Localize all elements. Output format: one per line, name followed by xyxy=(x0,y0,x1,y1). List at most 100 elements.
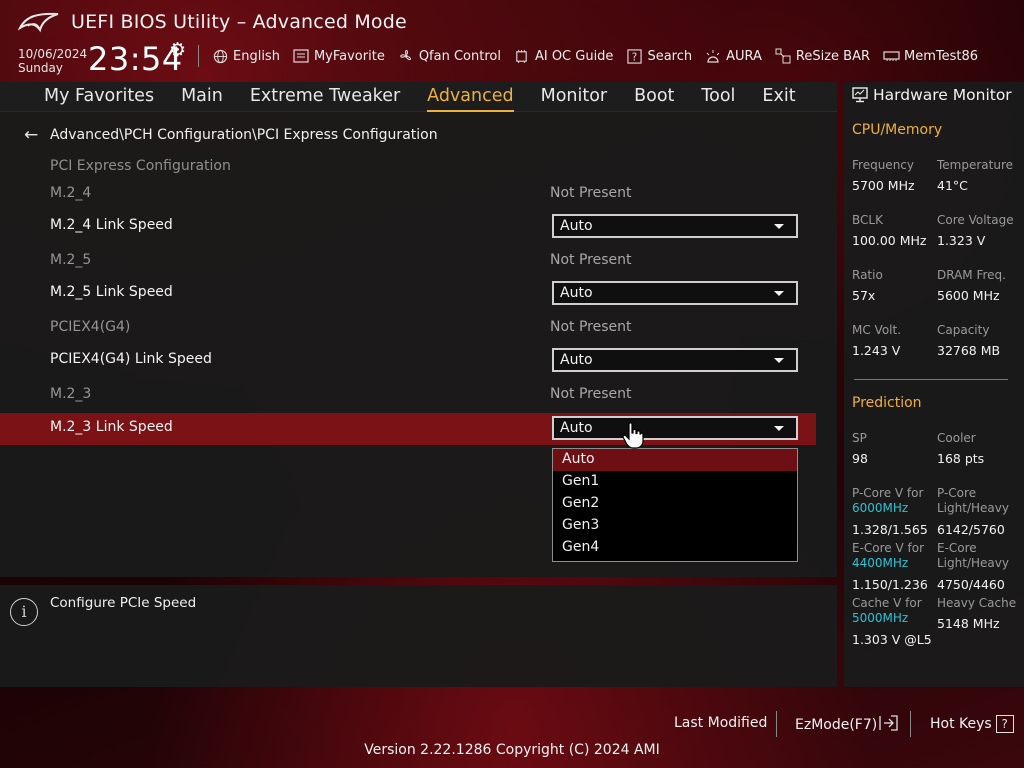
tab-exit[interactable]: Exit xyxy=(762,82,795,112)
setting-status: Not Present xyxy=(550,252,632,268)
hw-label: Capacity xyxy=(937,323,990,337)
setting-label: PCIEX4(G4) xyxy=(50,319,131,335)
language-button[interactable]: English xyxy=(205,45,286,67)
aura-label: AURA xyxy=(726,48,762,64)
setting-row-pciex4-link-speed[interactable]: PCIEX4(G4) Link Speed Auto xyxy=(0,345,816,377)
search-button[interactable]: ? Search xyxy=(619,45,698,67)
setting-row-m2-5-link-speed[interactable]: M.2_5 Link Speed Auto xyxy=(0,278,816,310)
fan-icon xyxy=(397,47,415,65)
info-icon: i xyxy=(10,598,38,626)
hw-value: 5148 MHz xyxy=(937,616,1000,631)
option-gen4[interactable]: Gen4 xyxy=(553,537,797,559)
hw-label: Heavy Cache xyxy=(937,596,1017,610)
hw-label: Core Voltage xyxy=(937,213,1014,227)
toolbar: English MyFavorite Qfan Control AI OC Gu… xyxy=(198,45,984,67)
aura-button[interactable]: AURA xyxy=(698,45,768,67)
pcore-lh-label-2: Light/Heavy xyxy=(937,501,1009,515)
exit-arrow-icon xyxy=(879,715,899,735)
help-text: Configure PCIe Speed xyxy=(50,595,197,611)
help-panel: i Configure PCIe Speed xyxy=(0,585,837,687)
setting-label: M.2_4 xyxy=(50,185,92,201)
date-display: 10/06/2024 Sunday xyxy=(18,47,87,75)
memtest86-button[interactable]: MemTest86 xyxy=(876,45,984,67)
tab-my-favorites[interactable]: My Favorites xyxy=(44,82,154,112)
hw-divider xyxy=(854,379,1008,380)
setting-status: Not Present xyxy=(550,185,632,201)
tab-tool[interactable]: Tool xyxy=(701,82,735,112)
back-arrow-icon[interactable]: ← xyxy=(24,125,42,145)
setting-row-m2-3-link-speed[interactable]: M.2_3 Link Speed Auto xyxy=(0,413,816,445)
resize-bar-button[interactable]: ReSize BAR xyxy=(768,45,876,67)
hw-label: E-Core V for 4400MHz xyxy=(852,541,924,571)
cpu-memory-heading: CPU/Memory xyxy=(852,122,943,138)
day-text: Sunday xyxy=(18,61,63,75)
option-gen2[interactable]: Gen2 xyxy=(553,493,797,515)
dropdown-value: Auto xyxy=(560,218,593,234)
link-speed-dropdown[interactable]: Auto xyxy=(552,348,798,372)
app-title: UEFI BIOS Utility – Advanced Mode xyxy=(71,11,407,33)
memory-icon xyxy=(882,47,900,65)
setting-label: M.2_3 xyxy=(50,386,92,402)
tab-advanced[interactable]: Advanced xyxy=(427,82,514,112)
rog-logo xyxy=(18,12,59,33)
hw-value: 1.328/1.565 xyxy=(852,522,928,537)
hw-label: Ratio xyxy=(852,268,883,282)
ezmode-button[interactable]: EzMode(F7) xyxy=(795,715,899,735)
setting-label: M.2_4 Link Speed xyxy=(50,217,173,233)
hw-label: Temperature xyxy=(937,158,1014,172)
hardware-monitor-panel: Hardware Monitor CPU/Memory Frequency 57… xyxy=(844,82,1024,687)
caret-down-icon xyxy=(774,426,784,431)
setting-row-m2-4-link-speed[interactable]: M.2_4 Link Speed Auto xyxy=(0,211,816,243)
aura-light-icon xyxy=(704,47,722,65)
setting-status: Not Present xyxy=(550,386,632,402)
hw-value: 4750/4460 xyxy=(937,577,1005,592)
tab-monitor[interactable]: Monitor xyxy=(541,82,608,112)
option-auto[interactable]: Auto xyxy=(553,449,797,471)
breadcrumb: ← Advanced\PCH Configuration\PCI Express… xyxy=(24,125,438,145)
hw-value: 32768 MB xyxy=(937,343,1001,358)
tab-boot[interactable]: Boot xyxy=(634,82,674,112)
link-speed-dropdown[interactable]: Auto xyxy=(552,416,798,440)
footer: Last Modified EzMode(F7) Hot Keys ? Vers… xyxy=(0,687,1024,768)
main-menu: My Favorites Main Extreme Tweaker Advanc… xyxy=(0,82,837,112)
resize-bar-label: ReSize BAR xyxy=(795,48,871,64)
hw-label: MC Volt. xyxy=(852,323,902,337)
link-speed-dropdown[interactable]: Auto xyxy=(552,214,798,238)
monitor-icon xyxy=(852,87,868,103)
dropdown-value: Auto xyxy=(560,352,593,368)
hw-label: Cache V for 5000MHz xyxy=(852,596,922,626)
setting-status: Not Present xyxy=(550,319,632,335)
search-label: Search xyxy=(647,48,693,64)
hw-label: SP xyxy=(852,431,867,445)
qfan-control-label: Qfan Control xyxy=(418,48,501,64)
last-modified-button[interactable]: Last Modified xyxy=(674,715,767,731)
myfavorite-button[interactable]: MyFavorite xyxy=(286,45,391,67)
hw-value: 41°C xyxy=(937,178,968,193)
hw-label: P-Core V for 6000MHz xyxy=(852,486,923,516)
last-modified-label: Last Modified xyxy=(674,715,768,731)
qfan-control-button[interactable]: Qfan Control xyxy=(391,45,507,67)
link-speed-dropdown[interactable]: Auto xyxy=(552,281,798,305)
hw-value: 1.303 V @L5 xyxy=(852,632,932,647)
ecore-lh-label-2: Light/Heavy xyxy=(937,556,1009,570)
tab-main[interactable]: Main xyxy=(181,82,223,112)
gear-icon[interactable]: ⚙ xyxy=(169,39,186,61)
pcore-v-label: P-Core V for xyxy=(852,486,924,500)
footer-divider xyxy=(776,711,777,737)
setting-label: M.2_5 Link Speed xyxy=(50,284,173,300)
hw-label: DRAM Freq. xyxy=(937,268,1006,282)
option-gen1[interactable]: Gen1 xyxy=(553,471,797,493)
hw-value: 5700 MHz xyxy=(852,178,915,193)
footer-divider xyxy=(910,711,911,737)
tab-extreme-tweaker[interactable]: Extreme Tweaker xyxy=(250,82,400,112)
hot-keys-button[interactable]: Hot Keys ? xyxy=(930,715,1014,733)
ai-oc-guide-button[interactable]: AI OC Guide xyxy=(507,45,619,67)
hw-value: 6142/5760 xyxy=(937,522,1005,537)
ecore-v-label: E-Core V for xyxy=(852,541,925,555)
hw-value: 100.00 MHz xyxy=(852,233,927,248)
option-gen3[interactable]: Gen3 xyxy=(553,515,797,537)
hw-label: P-Core Light/Heavy xyxy=(937,486,1009,516)
hw-value: 1.243 V xyxy=(852,343,901,358)
dropdown-options-list: Auto Gen1 Gen2 Gen3 Gen4 xyxy=(552,448,798,562)
setting-row-pciex4: PCIEX4(G4) Not Present xyxy=(0,313,816,345)
